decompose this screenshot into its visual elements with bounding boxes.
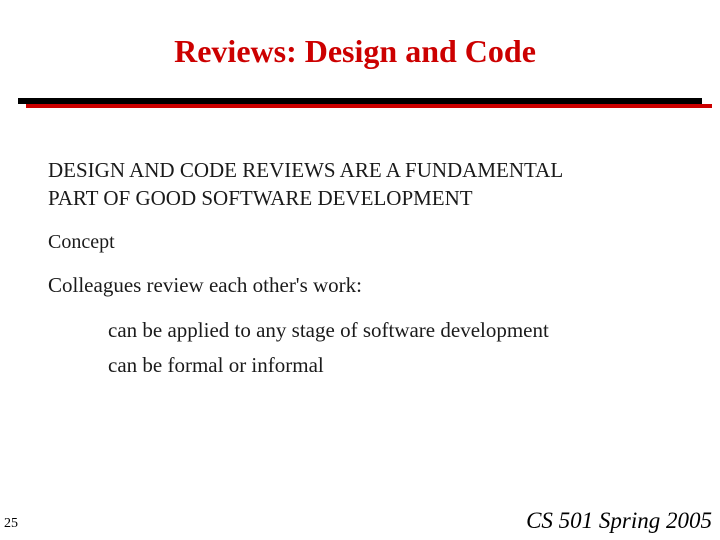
title-rule-red (26, 104, 712, 108)
page-number: 25 (4, 516, 18, 531)
heading-line-2: PART OF GOOD SOFTWARE DEVELOPMENT (48, 186, 473, 210)
footer-course: CS 501 Spring 2005 (526, 508, 712, 533)
concept-label: Concept (48, 231, 115, 253)
slide-heading: DESIGN AND CODE REVIEWS ARE A FUNDAMENTA… (48, 156, 563, 212)
sub-point-item: can be applied to any stage of software … (108, 318, 549, 342)
sub-point-item: can be formal or informal (108, 353, 324, 377)
heading-line-1: DESIGN AND CODE REVIEWS ARE A FUNDAMENTA… (48, 158, 564, 182)
slide-title: Reviews: Design and Code (174, 33, 536, 69)
colleagues-text: Colleagues review each other's work: (48, 273, 363, 297)
sub-points-list: can be applied to any stage of software … (108, 313, 549, 383)
